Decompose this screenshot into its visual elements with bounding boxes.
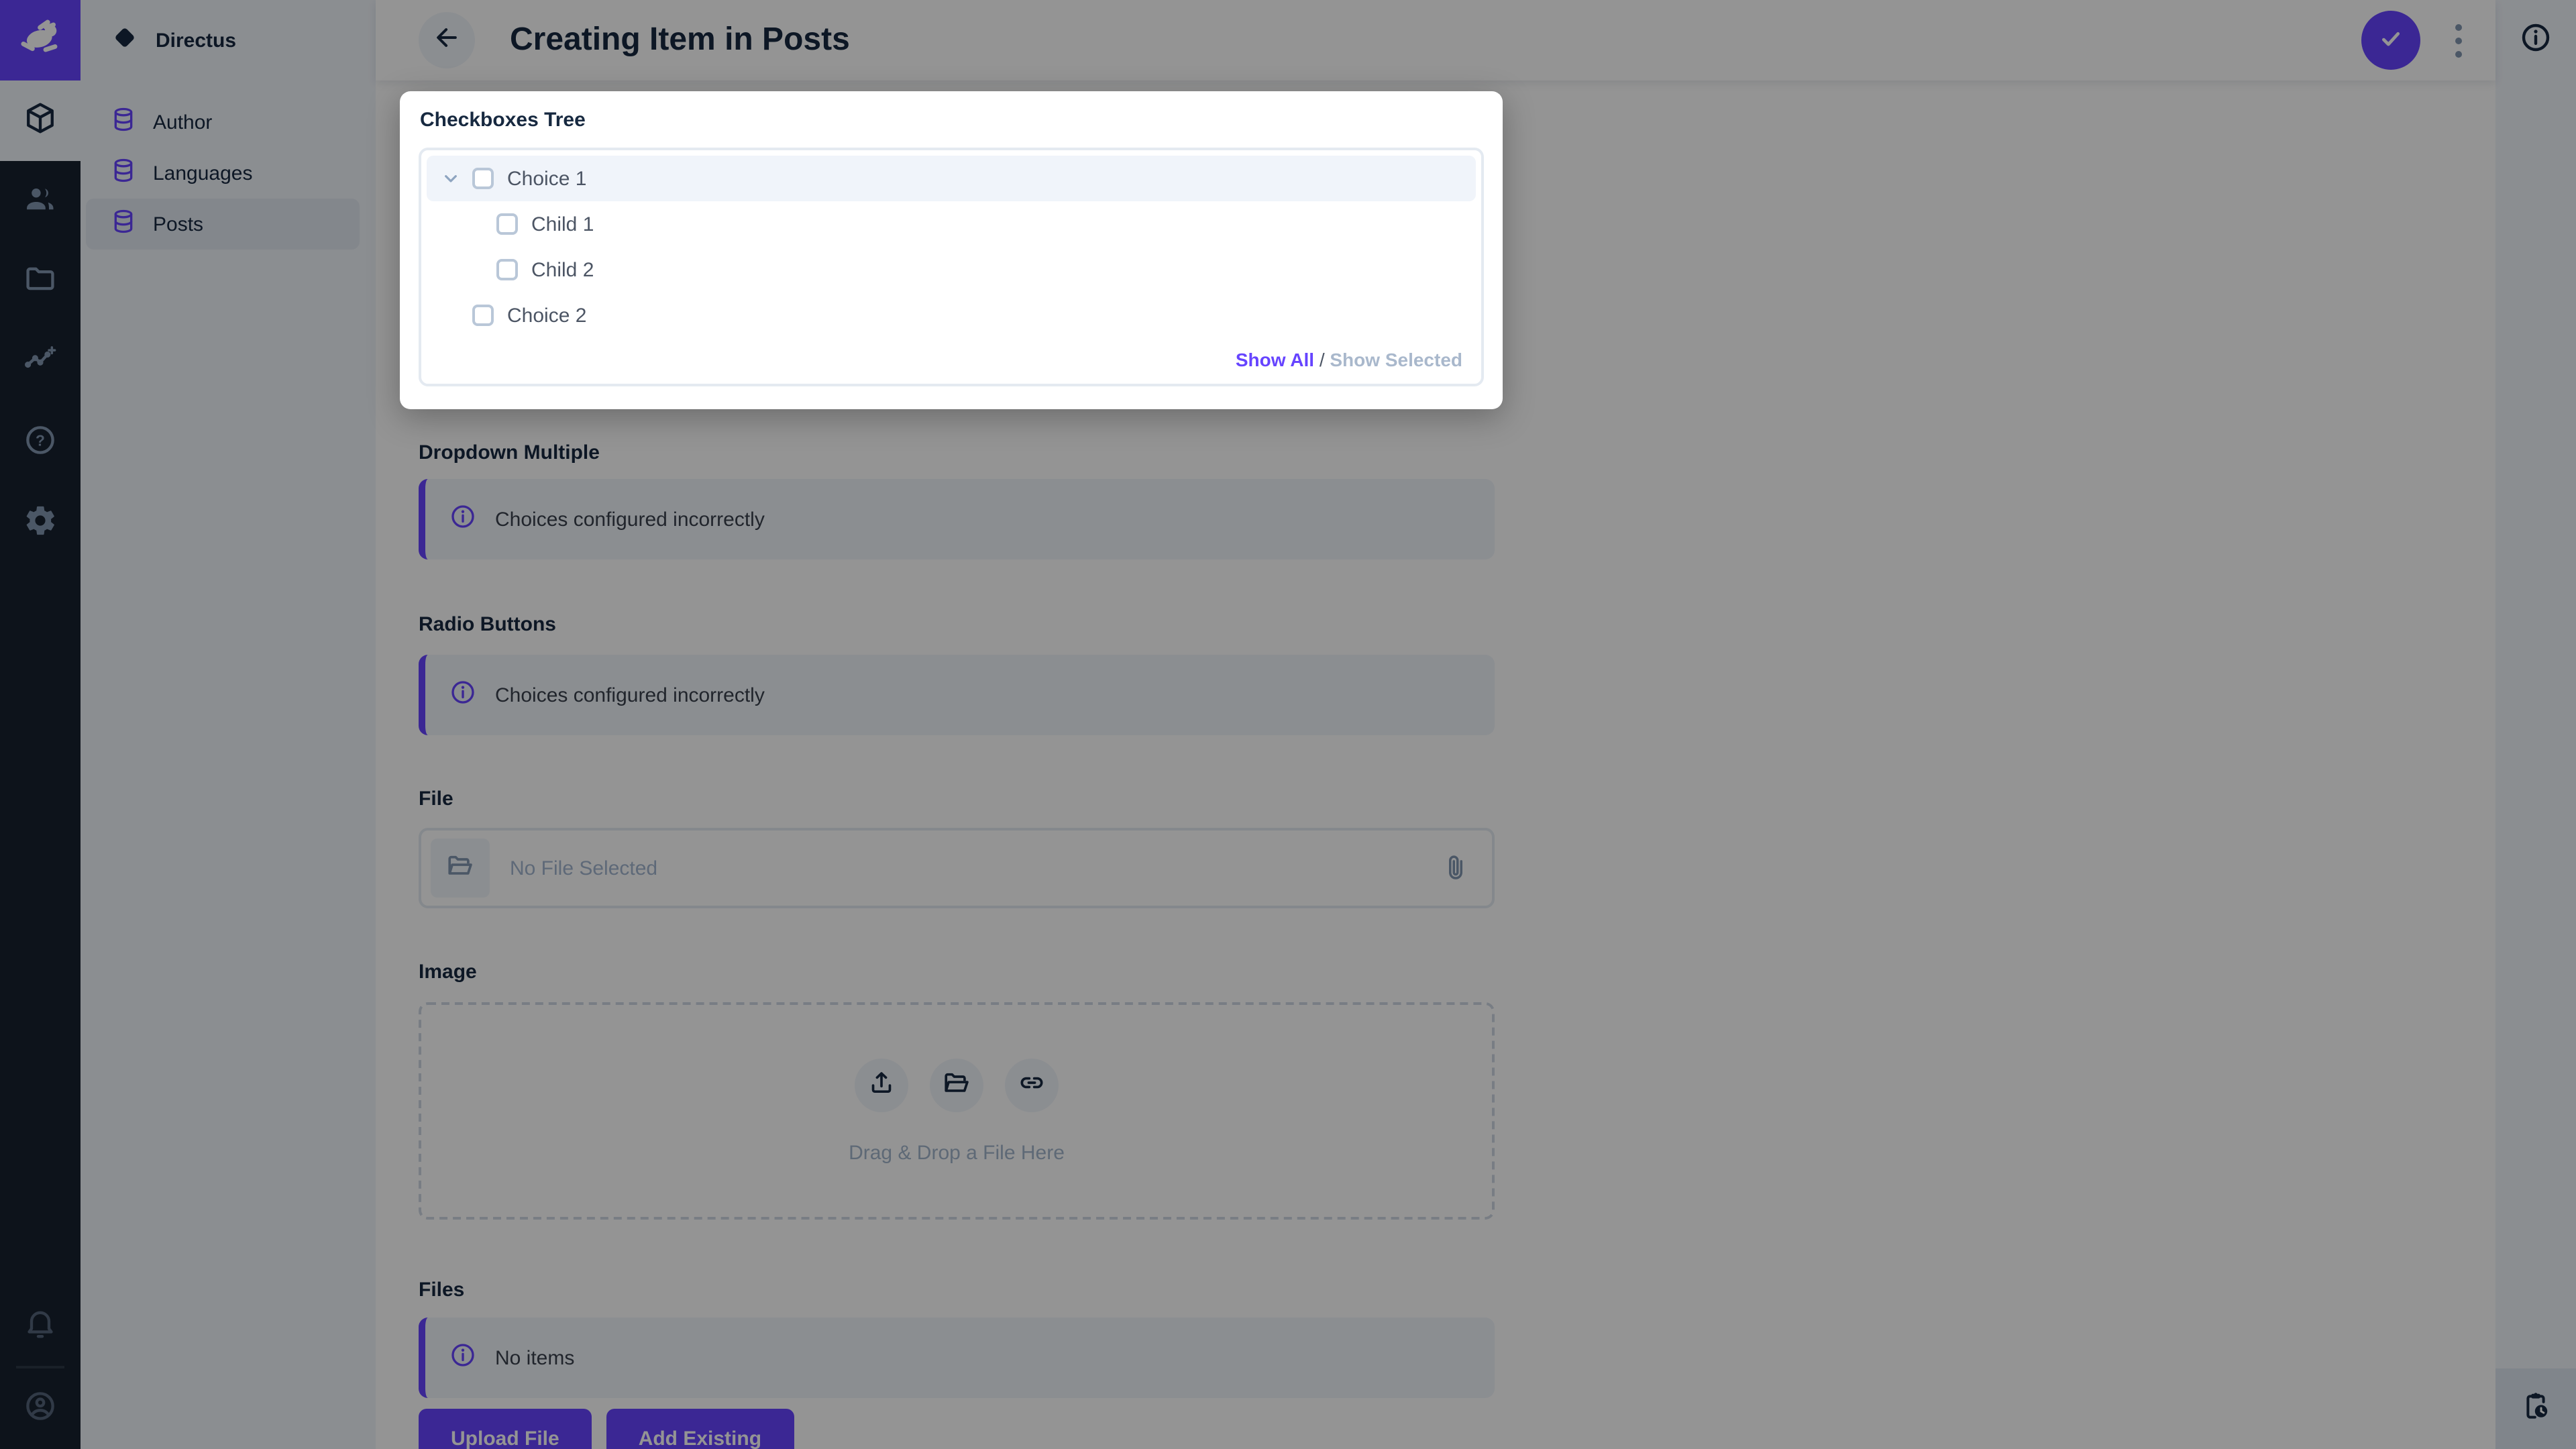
app-root: ? <box>0 0 2576 1449</box>
checkbox[interactable] <box>496 213 518 235</box>
tree-row-child-1[interactable]: Child 1 <box>427 201 1476 247</box>
chevron-spacer <box>437 305 464 326</box>
footer-separator: / <box>1320 349 1330 370</box>
field-label: Checkboxes Tree <box>420 107 1503 134</box>
checkbox[interactable] <box>472 305 494 326</box>
checkbox[interactable] <box>496 259 518 280</box>
checkboxes-tree-box: Choice 1 Child 1 Child 2 Choice 2 Show A… <box>419 148 1484 386</box>
checkboxes-tree-popup: Checkboxes Tree Choice 1 Child 1 Child 2 <box>400 91 1503 409</box>
tree-footer: Show All / Show Selected <box>1236 349 1462 370</box>
tree-row-child-2[interactable]: Child 2 <box>427 247 1476 292</box>
show-all-link[interactable]: Show All <box>1236 349 1314 370</box>
tree-item-label: Child 1 <box>531 213 594 235</box>
tree-item-label: Choice 2 <box>507 304 586 327</box>
tree-item-label: Choice 1 <box>507 167 586 190</box>
show-selected-link[interactable]: Show Selected <box>1330 349 1462 370</box>
tree-row-choice-1[interactable]: Choice 1 <box>427 156 1476 201</box>
chevron-down-icon[interactable] <box>437 168 464 189</box>
tree-row-choice-2[interactable]: Choice 2 <box>427 292 1476 338</box>
checkbox[interactable] <box>472 168 494 189</box>
tree-item-label: Child 2 <box>531 258 594 281</box>
